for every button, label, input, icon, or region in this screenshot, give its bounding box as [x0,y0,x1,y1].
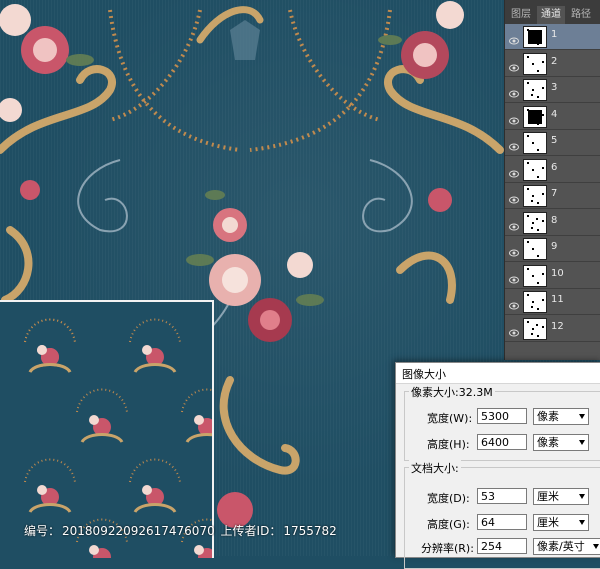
resolution-input[interactable]: 254 [477,538,527,554]
chevron-down-icon [579,440,585,445]
channel-thumbnail [523,158,547,181]
channel-label: 11 [551,294,564,305]
channel-thumbnail [523,185,547,207]
resolution-unit-select[interactable]: 像素/英寸 [533,538,600,555]
pixel-size-group: 像素大小:32.3M 宽度(W): 5300 像素 高度(H): 6400 像素 [404,384,600,461]
dialog-title: 图像大小 [402,368,446,381]
image-size-dialog: 图像大小 像素大小:32.3M 宽度(W): 5300 像素 高度(H): 64… [395,362,600,569]
channel-thumbnail [523,105,547,128]
chevron-down-icon [579,494,585,499]
pixel-size-label: 像素大小:32.3M [409,384,495,400]
doc-width-input[interactable]: 53 [477,488,527,504]
eye-icon[interactable] [509,164,519,177]
height-unit-select[interactable]: 像素 [533,434,589,451]
document-size-group: 文档大小: 宽度(D): 53 厘米 高度(G): 64 厘米 分辨率(R): … [404,460,600,569]
eye-icon[interactable] [509,84,519,98]
channel-row[interactable]: 12 [505,316,600,342]
width-unit-select[interactable]: 像素 [533,408,589,425]
doc-width-unit-select[interactable]: 厘米 [533,488,589,505]
eye-icon[interactable] [509,270,519,283]
uploader-label: 上传者ID： [220,524,282,538]
channel-label: 12 [551,320,564,332]
channel-row[interactable]: 7 [505,183,600,209]
channel-thumbnail [523,26,547,48]
channel-label: 8 [551,214,558,226]
channel-thumbnail [523,291,547,313]
channel-row[interactable]: 9 [505,236,600,262]
channel-row[interactable]: 8 [505,210,600,236]
chevron-down-icon [579,414,585,419]
height-input[interactable]: 6400 [477,434,527,450]
preview-pattern [23,318,212,558]
width-input[interactable]: 5300 [477,408,527,424]
channel-thumbnail [523,317,547,340]
id-value: 20180922092617476070 [62,524,215,538]
doc-height-label: 高度(G): [427,518,470,531]
channel-label: 10 [551,267,564,279]
channel-label: 4 [551,108,558,120]
channel-row[interactable]: 3 [505,77,600,103]
channel-label: 3 [551,82,558,93]
width-unit: 像素 [537,410,559,423]
channel-row[interactable]: 5 [505,130,600,156]
watermark: 编号： 20180922092617476070 上传者ID： 1755782 [24,522,339,539]
channel-label: 5 [551,135,558,146]
uploader-value: 1755782 [283,524,337,538]
panel-tabs: 图层 通道 路径 [505,0,600,24]
channel-label: 7 [551,188,558,199]
height-unit: 像素 [537,436,559,449]
channel-label: 1 [551,29,558,40]
document-size-label: 文档大小: [409,460,461,476]
resolution-label: 分辨率(R): [421,542,474,555]
eye-icon[interactable] [509,190,519,204]
width-label: 宽度(W): [427,412,473,425]
channel-thumbnail [523,211,547,234]
tab-layers[interactable]: 图层 [507,6,535,24]
eye-icon[interactable] [509,31,519,45]
pattern-preview-thumbnail [0,300,214,558]
eye-icon[interactable] [509,58,519,71]
channel-label: 2 [551,55,558,67]
dialog-titlebar: 图像大小 [396,363,600,384]
eye-icon[interactable] [509,111,519,124]
eye-icon[interactable] [509,243,519,257]
tab-channels[interactable]: 通道 [537,6,565,24]
eye-icon[interactable] [509,323,519,336]
chevron-down-icon [579,520,585,525]
resolution-unit: 像素/英寸 [537,540,585,553]
doc-width-unit: 厘米 [537,490,559,503]
id-label: 编号： [24,524,61,538]
chevron-down-icon [593,544,599,549]
channel-thumbnail [523,264,547,287]
channel-thumbnail [523,238,547,260]
channel-thumbnail [523,52,547,75]
eye-icon[interactable] [509,137,519,151]
doc-width-label: 宽度(D): [427,492,470,505]
tab-paths[interactable]: 路径 [567,6,595,24]
channel-label: 6 [551,161,558,173]
channel-row[interactable]: 4 [505,104,600,130]
channel-thumbnail [523,79,547,101]
doc-height-unit-select[interactable]: 厘米 [533,514,589,531]
channel-row[interactable]: 2 [505,51,600,77]
channel-row[interactable]: 1 [505,24,600,50]
channel-row[interactable]: 6 [505,157,600,183]
doc-height-unit: 厘米 [537,516,559,529]
doc-height-input[interactable]: 64 [477,514,527,530]
eye-icon[interactable] [509,296,519,310]
channel-row[interactable]: 11 [505,289,600,315]
channel-label: 9 [551,241,558,252]
channel-row[interactable]: 10 [505,263,600,289]
channels-panel: 图层 通道 路径 1 2 3 4 5 6 7 8 9 10 11 12 [504,0,600,360]
height-label: 高度(H): [427,438,470,451]
eye-icon[interactable] [509,217,519,230]
channel-thumbnail [523,132,547,154]
